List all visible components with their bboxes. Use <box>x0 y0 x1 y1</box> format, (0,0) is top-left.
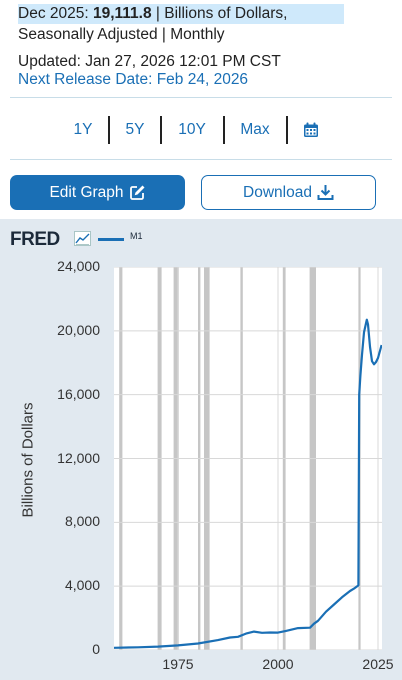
seasonal-frequency: Seasonally Adjusted | Monthly <box>18 26 225 43</box>
divider <box>10 97 392 98</box>
pencil-edit-icon <box>129 185 145 200</box>
y-tick-label: 12,000 <box>57 449 100 466</box>
line-chart <box>114 267 382 650</box>
latest-observation: Dec 2025: 19,111.8 | Billions of Dollars… <box>18 4 344 24</box>
download-label: Download <box>243 183 312 201</box>
range-5y-button[interactable]: 5Y <box>118 114 152 146</box>
edit-graph-label: Edit Graph <box>49 183 124 201</box>
range-separator <box>160 116 162 144</box>
calendar-icon[interactable] <box>303 122 319 138</box>
edit-graph-button[interactable]: Edit Graph <box>10 175 185 210</box>
range-separator <box>223 116 225 144</box>
download-button[interactable]: Download <box>201 175 376 210</box>
next-release-date: Next Release Date: Feb 24, 2026 <box>18 71 249 88</box>
y-tick-label: 16,000 <box>57 385 100 402</box>
range-separator <box>286 116 288 144</box>
observation-date: Dec 2025: <box>18 5 93 22</box>
x-tick-label: 1975 <box>162 656 194 672</box>
range-max-button[interactable]: Max <box>233 114 277 146</box>
y-tick-label: 0 <box>92 641 100 657</box>
x-tick-label: 2025 <box>362 656 394 672</box>
observation-value: 19,111.8 <box>92 5 152 22</box>
fred-logo[interactable]: FRED <box>10 229 60 251</box>
series-line-m1 <box>114 318 382 649</box>
y-tick-label: 8,000 <box>64 513 100 530</box>
updated-timestamp: Updated: Jan 27, 2026 12:01 PM CST <box>18 53 281 70</box>
x-tick-label: 2000 <box>262 656 294 672</box>
divider <box>10 159 392 160</box>
range-separator <box>108 116 110 144</box>
y-tick-label: 20,000 <box>57 321 100 338</box>
y-tick-label: 24,000 <box>57 258 100 274</box>
range-1y-button[interactable]: 1Y <box>66 114 100 146</box>
y-tick-label: 4,000 <box>64 577 100 594</box>
legend-series-name: M1 <box>130 231 143 241</box>
download-tray-icon <box>317 185 334 200</box>
range-10y-button[interactable]: 10Y <box>170 114 214 146</box>
trend-line-icon <box>74 231 91 246</box>
date-range-selector: 1Y 5Y 10Y Max <box>0 114 402 146</box>
observation-units: | Billions of Dollars, <box>151 5 288 22</box>
legend-swatch <box>98 238 124 241</box>
